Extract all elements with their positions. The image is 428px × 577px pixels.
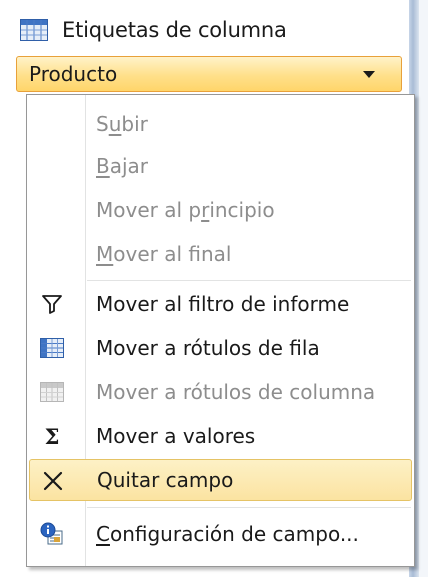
menu-icon-slot — [29, 283, 75, 325]
menu-item-move-to-end[interactable]: Mover al final — [29, 233, 412, 275]
menu-icon-slot — [29, 233, 75, 275]
menu-item-label: Mover a rótulos de columna — [96, 380, 376, 404]
column-labels-grid-icon — [20, 19, 48, 41]
menu-icon-slot — [29, 513, 75, 555]
menu-item-move-down[interactable]: Bajar — [29, 145, 412, 187]
menu-icon-slot: Σ — [29, 415, 75, 457]
menu-item-label: Configuración de campo... — [96, 522, 359, 546]
menu-item-label: Quitar campo — [97, 468, 234, 492]
field-context-menu: Subir Bajar Mover al principio Mover al … — [26, 94, 415, 567]
menu-item-label: Mover al principio — [96, 198, 275, 222]
column-labels-grid-icon — [40, 382, 64, 402]
menu-item-move-to-row-labels[interactable]: Mover a rótulos de fila — [29, 327, 412, 369]
menu-item-label: Mover al filtro de informe — [96, 292, 350, 316]
field-label: Producto — [29, 62, 118, 86]
menu-icon-slot — [29, 327, 75, 369]
menu-icon-slot — [29, 103, 75, 145]
pivot-field-list-panel: Etiquetas de columna Producto Subir Baja… — [0, 0, 428, 577]
menu-item-label: Subir — [96, 112, 148, 136]
menu-separator — [87, 280, 411, 281]
menu-item-move-to-report-filter[interactable]: Mover al filtro de informe — [29, 283, 412, 325]
menu-item-move-to-values[interactable]: Σ Mover a valores — [29, 415, 412, 457]
menu-icon-slot — [29, 145, 75, 187]
sigma-icon: Σ — [44, 423, 60, 449]
area-title: Etiquetas de columna — [62, 18, 287, 42]
menu-item-field-settings[interactable]: Configuración de campo... — [29, 513, 412, 555]
menu-item-move-up[interactable]: Subir — [29, 103, 412, 145]
field-pill-producto[interactable]: Producto — [16, 56, 402, 92]
menu-separator — [87, 507, 411, 508]
menu-item-remove-field[interactable]: Quitar campo — [29, 459, 412, 501]
menu-item-move-to-beginning[interactable]: Mover al principio — [29, 189, 412, 231]
column-labels-area-header: Etiquetas de columna — [8, 12, 287, 48]
chevron-down-icon[interactable] — [363, 71, 375, 78]
menu-item-label: Mover a rótulos de fila — [96, 336, 320, 360]
menu-item-move-to-column-labels[interactable]: Mover a rótulos de columna — [29, 371, 412, 413]
menu-item-label: Bajar — [96, 154, 149, 178]
filter-icon — [42, 295, 62, 314]
row-labels-grid-icon — [40, 338, 64, 358]
menu-icon-slot — [29, 189, 75, 231]
panel-right-edge — [419, 0, 428, 577]
remove-x-icon — [43, 471, 63, 491]
field-settings-icon — [40, 522, 63, 545]
menu-icon-slot — [29, 371, 75, 413]
menu-icon-slot — [30, 460, 76, 502]
menu-item-label: Mover a valores — [96, 424, 256, 448]
menu-item-label: Mover al final — [96, 242, 232, 266]
